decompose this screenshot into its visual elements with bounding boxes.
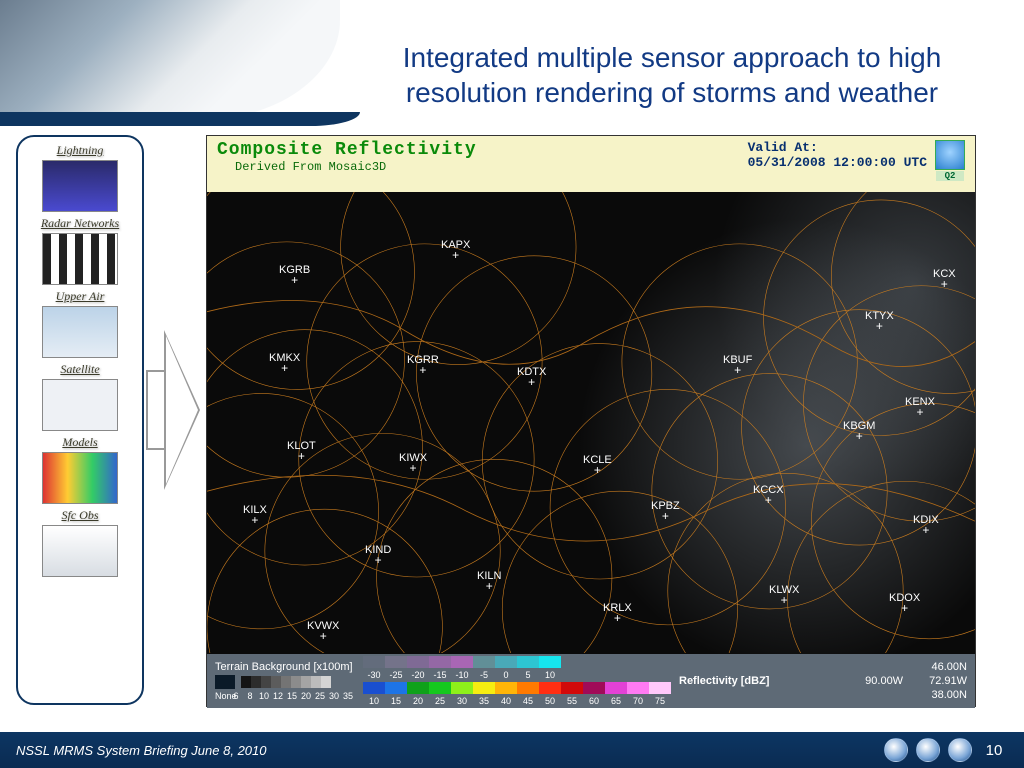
sidebar-item-upperair: Upper Air [22,289,138,358]
footer-text: NSSL MRMS System Briefing June 8, 2010 [16,743,267,758]
agency-seal-icon-2 [916,738,940,762]
map-panel: Composite Reflectivity Derived From Mosa… [206,135,976,707]
sidebar-item-radar: Radar Networks [22,216,138,285]
thumb-lightning [42,160,118,212]
station-kgrb: KGRB [279,264,310,284]
sensor-sidebar: Lightning Radar Networks Upper Air Satel… [16,135,144,705]
station-kapx: KAPX [441,239,470,259]
station-kdix: KDIX [913,514,939,534]
thumb-upperair [42,306,118,358]
title-line-1: Integrated multiple sensor approach to h… [403,42,942,73]
q2-badge-icon [935,140,965,170]
station-kbuf: KBUF [723,354,752,374]
refl-top-swatches [363,656,671,668]
valid-time: 05/31/2008 12:00:00 UTC [748,155,927,170]
station-kind: KIND [365,544,391,564]
station-klwx: KLWX [769,584,799,604]
station-klot: KLOT [287,440,316,460]
refl-bot-ticks: 1015202530354045505560657075 [363,696,671,706]
lat-s: 38.00N [932,688,967,702]
station-kvwx: KVWX [307,620,339,640]
refl-bot-swatches [363,682,671,694]
lon-e: 72.91W [929,674,967,688]
terrain-ticks: None6810121520253035 [215,691,355,701]
station-kiwx: KIWX [399,452,427,472]
sidebar-label: Upper Air [56,289,105,304]
station-kccx: KCCX [753,484,784,504]
thumb-satellite [42,379,118,431]
refl-top-ticks: -30-25-20-15-10-50510 [363,670,671,680]
station-kcle: KCLE [583,454,612,474]
title-line-2: resolution rendering of storms and weath… [406,77,938,108]
station-kdox: KDOX [889,592,920,612]
station-kiln: KILN [477,570,501,590]
sidebar-label: Models [62,435,97,450]
sidebar-item-sfcobs: Sfc Obs [22,508,138,577]
product-title: Composite Reflectivity [217,140,477,160]
station-krlx: KRLX [603,602,632,622]
terrain-swatches [241,676,331,688]
station-kbgm: KBGM [843,420,875,440]
legend-bar: Terrain Background [x100m] None681012152… [207,654,975,708]
station-kdtx: KDTX [517,366,546,386]
map-header: Composite Reflectivity Derived From Mosa… [207,136,975,192]
product-subtitle: Derived From Mosaic3D [235,160,477,174]
sidebar-label: Radar Networks [41,216,119,231]
terrain-legend-title: Terrain Background [x100m] [215,661,355,673]
station-kmkx: KMKX [269,352,300,372]
thumb-models [42,452,118,504]
agency-seal-icon-3 [948,738,972,762]
refl-legend-title: Reflectivity [dBZ] [679,675,769,687]
sidebar-item-satellite: Satellite [22,362,138,431]
station-ktyx: KTYX [865,310,894,330]
sidebar-label: Lightning [57,143,104,158]
terrain-swatch-none [215,675,235,689]
page-number: 10 [980,742,1008,759]
slide-footer: NSSL MRMS System Briefing June 8, 2010 1… [0,732,1024,768]
station-kpbz: KPBZ [651,500,680,520]
slide-title: Integrated multiple sensor approach to h… [370,40,974,110]
sidebar-label: Sfc Obs [62,508,99,523]
sidebar-label: Satellite [60,362,99,377]
thumb-radar [42,233,118,285]
station-kilx: KILX [243,504,267,524]
valid-label: Valid At: [748,140,927,155]
station-kcx: KCX [933,268,956,288]
extent-coords: 46.00N 90.00W 72.91W 38.00N [865,660,967,703]
sidebar-item-lightning: Lightning [22,143,138,212]
station-kenx: KENX [905,396,935,416]
lon-w: 90.00W [865,674,903,688]
thumb-sfcobs [42,525,118,577]
agency-seal-icon-1 [884,738,908,762]
lat-n: 46.00N [932,660,967,674]
radar-map: KGRB KAPX KMKX KGRR KDTX KBUF KTYX KLOT KIWX KCLE… [207,192,975,654]
header-cloud-graphic [0,0,340,120]
sidebar-item-models: Models [22,435,138,504]
flow-arrow-icon [146,320,202,500]
station-kgrr: KGRR [407,354,439,374]
